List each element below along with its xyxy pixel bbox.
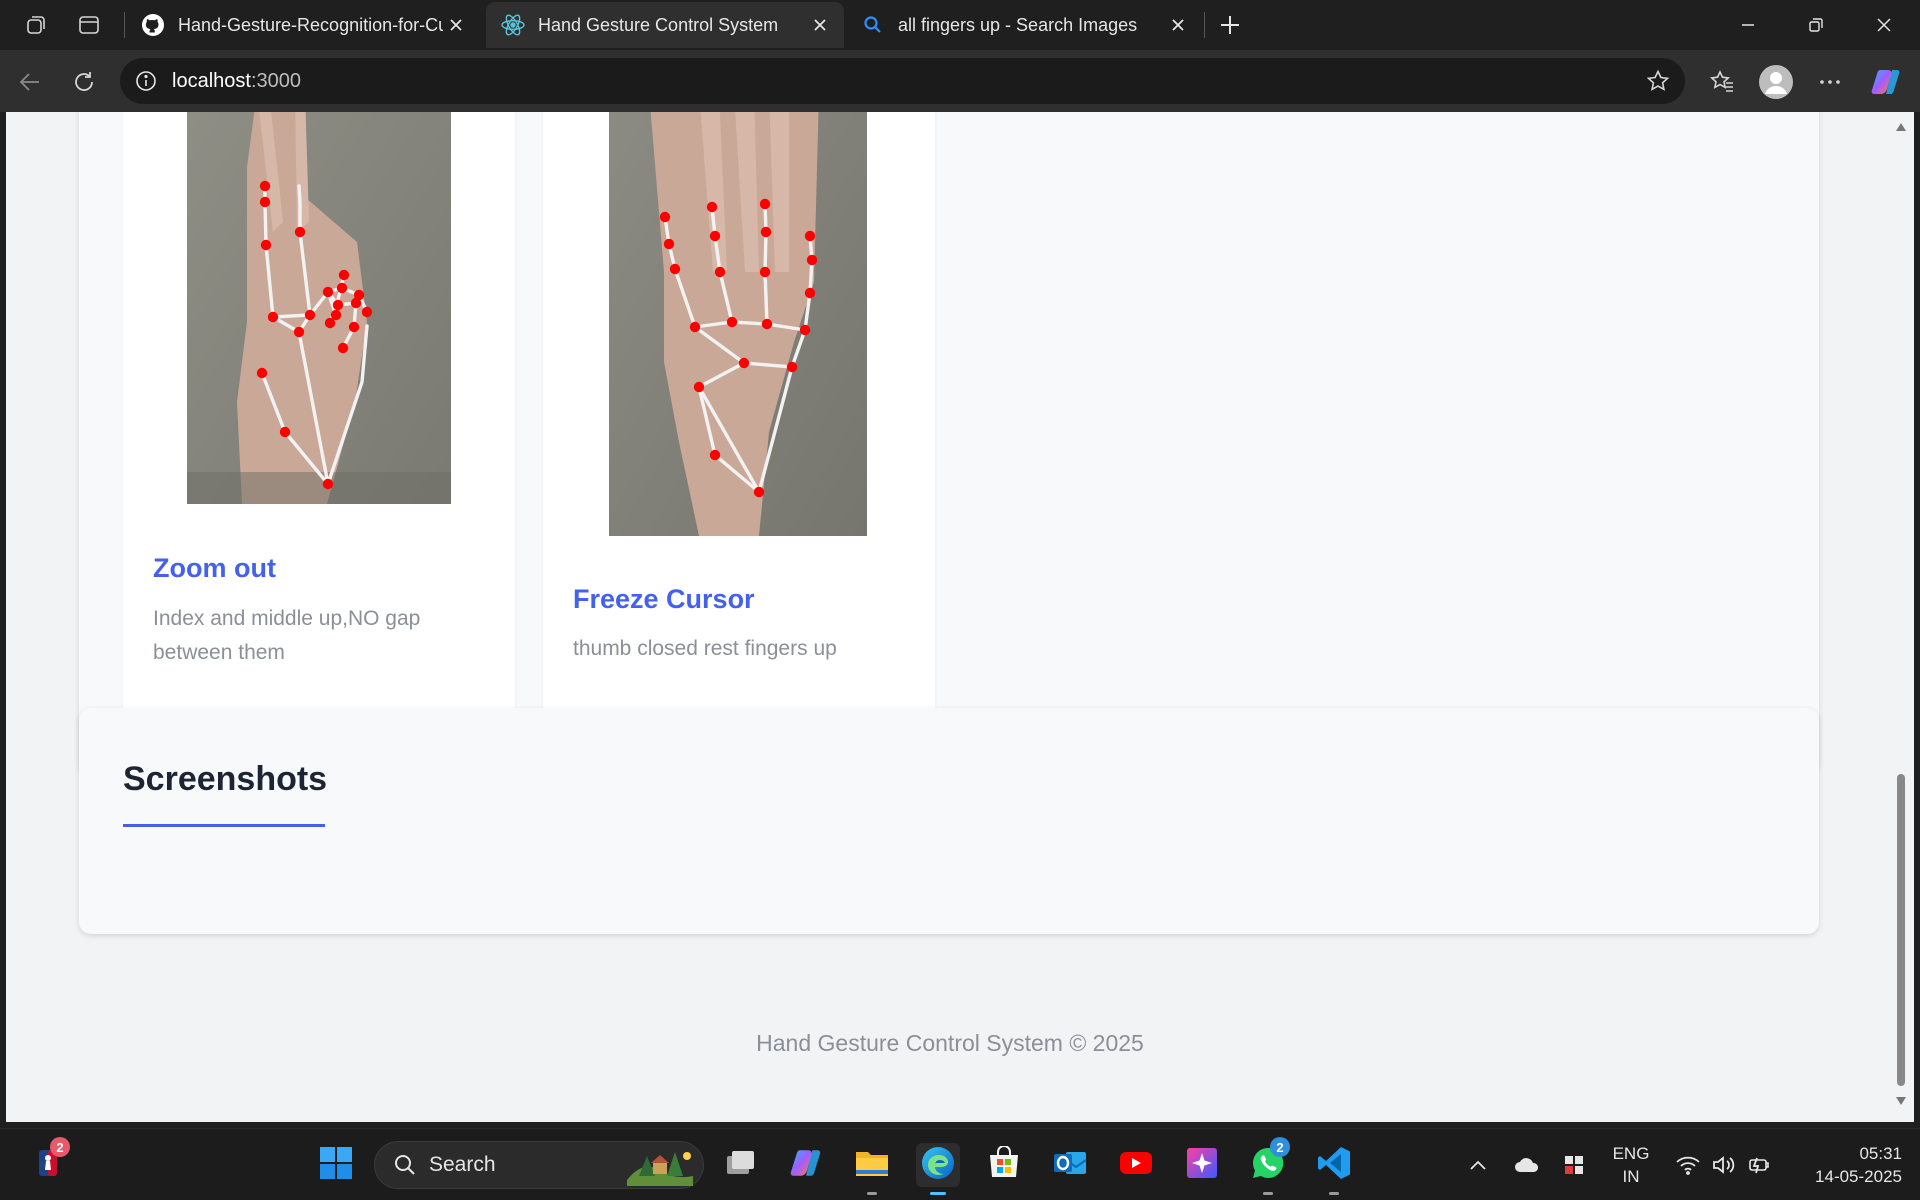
site-info-icon[interactable] bbox=[134, 69, 158, 93]
freeze-cursor-hand-image bbox=[609, 112, 867, 536]
heading-underline bbox=[123, 824, 325, 827]
vscode-icon bbox=[1316, 1145, 1352, 1186]
gesture-card-freeze-cursor: Freeze Cursor thumb closed rest fingers … bbox=[543, 112, 935, 730]
widgets-button[interactable]: 2 bbox=[26, 1137, 70, 1187]
edge-button[interactable] bbox=[916, 1143, 960, 1195]
start-button[interactable] bbox=[314, 1143, 358, 1187]
react-icon bbox=[500, 12, 526, 38]
volume-icon[interactable] bbox=[1708, 1129, 1740, 1200]
wifi-icon[interactable] bbox=[1672, 1129, 1704, 1200]
search-label: Search bbox=[429, 1153, 496, 1176]
refresh-icon[interactable] bbox=[64, 62, 104, 102]
taskbar-search[interactable]: Search bbox=[374, 1141, 704, 1189]
close-tab-icon[interactable] bbox=[1166, 13, 1190, 37]
region-code: IN bbox=[1622, 1167, 1640, 1186]
url-host: localhost bbox=[172, 69, 251, 92]
page-footer: Hand Gesture Control System © 2025 bbox=[756, 1030, 1144, 1056]
tab-separator bbox=[1204, 12, 1205, 38]
outlook-icon bbox=[1052, 1146, 1088, 1185]
search-highlight-icon bbox=[623, 1146, 695, 1186]
gesture-description: Index and middle up,NO gap between them bbox=[153, 607, 421, 664]
copilot-app-button[interactable] bbox=[784, 1143, 828, 1187]
battery-icon[interactable] bbox=[1744, 1129, 1776, 1200]
tab-github[interactable]: Hand-Gesture-Recognition-for-Cursor-Cont… bbox=[126, 2, 480, 48]
close-tab-icon[interactable] bbox=[444, 13, 468, 37]
more-options-icon[interactable] bbox=[1810, 62, 1850, 102]
profile-avatar-icon[interactable] bbox=[1756, 62, 1796, 102]
vertical-tabs-icon[interactable] bbox=[73, 9, 105, 41]
close-tab-icon[interactable] bbox=[808, 13, 832, 37]
language-code: ENG bbox=[1612, 1144, 1650, 1163]
tab-title: Hand-Gesture-Recognition-for-Cursor-Cont… bbox=[178, 14, 443, 35]
new-tab-icon[interactable] bbox=[1214, 9, 1246, 41]
zoom-out-hand-image bbox=[187, 112, 451, 504]
edge-icon bbox=[920, 1145, 956, 1186]
scroll-up-icon[interactable] bbox=[1894, 122, 1908, 136]
youtube-button[interactable] bbox=[1114, 1143, 1158, 1187]
tab-strip: Hand-Gesture-Recognition-for-Cursor-Cont… bbox=[0, 0, 1920, 50]
copilot-icon[interactable] bbox=[1866, 62, 1906, 102]
url-text: localhost:3000 bbox=[172, 70, 301, 93]
whatsapp-button[interactable]: 2 bbox=[1246, 1137, 1290, 1195]
copilot-icon bbox=[789, 1146, 823, 1185]
workspaces-icon[interactable] bbox=[20, 9, 52, 41]
task-view-button[interactable] bbox=[718, 1143, 762, 1187]
running-indicator bbox=[867, 1192, 877, 1195]
gesture-title: Freeze Cursor bbox=[573, 584, 755, 614]
perplexity-button[interactable] bbox=[1180, 1143, 1224, 1187]
url-port: :3000 bbox=[250, 69, 301, 92]
widgets-badge: 2 bbox=[50, 1137, 70, 1157]
whatsapp-badge: 2 bbox=[1270, 1137, 1290, 1157]
windows-taskbar: 2 Search 2 ENG IN 05:31 14-05-2025 bbox=[0, 1128, 1920, 1200]
back-icon[interactable] bbox=[10, 62, 50, 102]
sparkle-app-icon bbox=[1185, 1146, 1219, 1185]
page-viewport: Zoom out Index and middle up,NO gap betw… bbox=[6, 112, 1894, 1122]
running-indicator bbox=[930, 1192, 946, 1195]
file-explorer-button[interactable] bbox=[850, 1143, 894, 1195]
search-icon bbox=[860, 12, 886, 38]
microsoft-store-button[interactable] bbox=[982, 1143, 1026, 1187]
gestures-section: Zoom out Index and middle up,NO gap betw… bbox=[79, 112, 1819, 774]
task-view-icon bbox=[723, 1148, 757, 1183]
folder-icon bbox=[854, 1148, 890, 1183]
screenshots-heading: Screenshots bbox=[123, 760, 328, 798]
windows-start-icon bbox=[318, 1145, 354, 1186]
clock-time: 05:31 bbox=[1859, 1144, 1902, 1163]
language-indicator[interactable]: ENG IN bbox=[1604, 1129, 1658, 1200]
search-icon bbox=[393, 1153, 417, 1177]
tab-search-images[interactable]: all fingers up - Search Images bbox=[846, 2, 1202, 48]
github-icon bbox=[140, 12, 166, 38]
favorite-star-icon[interactable] bbox=[1645, 68, 1671, 94]
tab-title: Hand Gesture Control System bbox=[538, 14, 779, 35]
minimize-icon[interactable] bbox=[1716, 0, 1780, 50]
address-bar[interactable]: localhost:3000 bbox=[120, 58, 1685, 104]
page-scrollbar[interactable] bbox=[1894, 112, 1914, 1122]
tab-separator bbox=[124, 12, 125, 38]
outlook-button[interactable] bbox=[1048, 1143, 1092, 1187]
vscode-button[interactable] bbox=[1312, 1143, 1356, 1195]
onedrive-icon[interactable] bbox=[1510, 1129, 1544, 1200]
gesture-description: thumb closed rest fingers up bbox=[573, 637, 837, 660]
screenshots-section: Screenshots bbox=[79, 708, 1819, 934]
youtube-icon bbox=[1119, 1150, 1153, 1181]
running-indicator bbox=[1329, 1192, 1339, 1195]
close-window-icon[interactable] bbox=[1852, 0, 1916, 50]
restore-icon[interactable] bbox=[1784, 0, 1848, 50]
store-icon bbox=[987, 1144, 1021, 1185]
favorites-icon[interactable] bbox=[1702, 62, 1742, 102]
tab-hand-gesture[interactable]: Hand Gesture Control System bbox=[486, 2, 844, 48]
scrollbar-thumb[interactable] bbox=[1897, 774, 1905, 1086]
show-hidden-icons[interactable] bbox=[1462, 1129, 1494, 1200]
tray-app-icon[interactable] bbox=[1558, 1129, 1592, 1200]
gesture-title: Zoom out bbox=[153, 553, 276, 583]
clock[interactable]: 05:31 14-05-2025 bbox=[1790, 1129, 1902, 1200]
browser-toolbar: localhost:3000 bbox=[0, 50, 1920, 112]
clock-date: 14-05-2025 bbox=[1815, 1167, 1902, 1186]
running-indicator bbox=[1263, 1192, 1273, 1195]
gesture-card-zoom-out: Zoom out Index and middle up,NO gap betw… bbox=[123, 112, 515, 730]
tab-title: all fingers up - Search Images bbox=[898, 14, 1138, 35]
scroll-down-icon[interactable] bbox=[1894, 1096, 1908, 1110]
